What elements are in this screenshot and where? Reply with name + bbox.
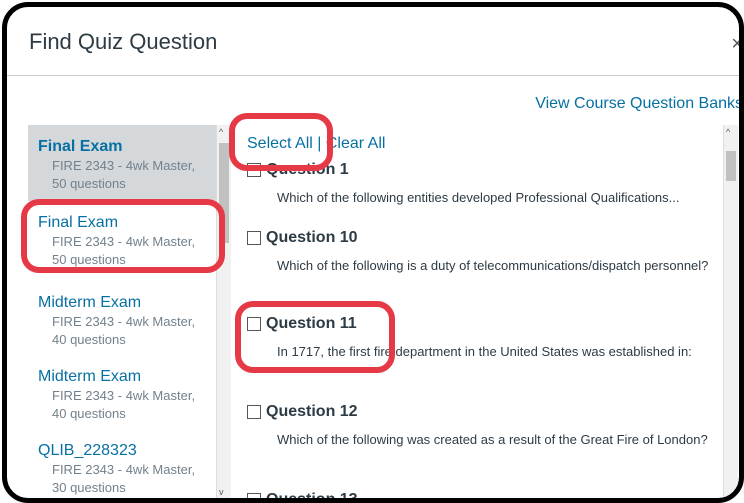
- quiz-title: QLIB_228323: [38, 442, 137, 459]
- question-title: Question 10: [266, 229, 358, 246]
- view-question-banks-link[interactable]: View Course Question Banks: [535, 95, 739, 113]
- quiz-item-final-exam-1[interactable]: Final Exam FIRE 2343 - 4wk Master, 50 qu…: [28, 125, 223, 201]
- scroll-up-icon[interactable]: ^: [219, 127, 223, 137]
- dialog-frame: Find Quiz Question × View Course Questio…: [2, 2, 744, 503]
- close-icon[interactable]: ×: [731, 33, 739, 56]
- question-checkbox[interactable]: [247, 493, 261, 498]
- select-controls: Select All | Clear All: [247, 135, 385, 153]
- quiz-title: Midterm Exam: [38, 368, 142, 385]
- question-text: Which of the following was created as a …: [277, 432, 708, 447]
- quiz-count: 50 questions: [52, 176, 126, 191]
- quiz-subtitle: FIRE 2343 - 4wk Master,: [52, 314, 196, 329]
- quiz-subtitle: FIRE 2343 - 4wk Master,: [52, 388, 196, 403]
- question-text: In 1717, the first fire department in th…: [277, 344, 692, 359]
- quiz-subtitle: FIRE 2343 - 4wk Master,: [52, 234, 196, 249]
- question-item-1: Question 1 Which of the following entiti…: [247, 161, 712, 208]
- question-title: Question 12: [266, 403, 358, 420]
- quiz-title: Final Exam: [38, 214, 119, 231]
- quiz-count: 50 questions: [52, 252, 126, 267]
- scrollbar-thumb[interactable]: [219, 143, 229, 243]
- question-list: Select All | Clear All Question 1 Which …: [247, 125, 717, 503]
- question-checkbox[interactable]: [247, 405, 261, 419]
- quiz-title: Final Exam: [38, 138, 123, 155]
- question-checkbox[interactable]: [247, 231, 261, 245]
- scroll-up-icon[interactable]: ^: [726, 127, 730, 137]
- question-text: Which of the following entities develope…: [277, 190, 680, 205]
- quiz-count: 30 questions: [52, 480, 126, 495]
- scroll-down-icon[interactable]: v: [219, 487, 224, 497]
- quiz-list-scrollbar[interactable]: ^ v: [216, 125, 231, 498]
- question-title: Question 13: [266, 491, 358, 503]
- question-checkbox[interactable]: [247, 163, 261, 177]
- dialog-header: Find Quiz Question ×: [7, 7, 739, 76]
- quiz-subtitle: FIRE 2343 - 4wk Master,: [52, 158, 196, 173]
- quiz-item-midterm-exam-2[interactable]: Midterm Exam FIRE 2343 - 4wk Master, 40 …: [28, 367, 223, 423]
- question-title: Question 11: [266, 315, 357, 332]
- question-text: Which of the following is a duty of tele…: [277, 258, 709, 273]
- scrollbar-thumb[interactable]: [726, 151, 736, 181]
- question-checkbox[interactable]: [247, 317, 261, 331]
- question-item-12: Question 12 Which of the following was c…: [247, 403, 712, 450]
- quiz-item-midterm-exam-1[interactable]: Midterm Exam FIRE 2343 - 4wk Master, 40 …: [28, 293, 223, 349]
- quiz-item-qlib[interactable]: QLIB_228323 FIRE 2343 - 4wk Master, 30 q…: [28, 441, 223, 497]
- question-list-scrollbar[interactable]: ^: [723, 125, 738, 498]
- question-title: Question 1: [266, 161, 349, 178]
- question-item-13: Question 13: [247, 491, 712, 503]
- dialog-title: Find Quiz Question: [29, 29, 218, 54]
- quiz-item-final-exam-2[interactable]: Final Exam FIRE 2343 - 4wk Master, 50 qu…: [28, 213, 223, 269]
- quiz-count: 40 questions: [52, 332, 126, 347]
- question-item-11: Question 11 In 1717, the first fire depa…: [247, 315, 712, 362]
- select-all-link[interactable]: Select All: [247, 135, 313, 152]
- quiz-count: 40 questions: [52, 406, 126, 421]
- question-item-10: Question 10 Which of the following is a …: [247, 229, 712, 276]
- quiz-subtitle: FIRE 2343 - 4wk Master,: [52, 462, 196, 477]
- separator: |: [317, 135, 322, 152]
- clear-all-link[interactable]: Clear All: [326, 135, 386, 152]
- quiz-title: Midterm Exam: [38, 294, 142, 311]
- quiz-list: Final Exam FIRE 2343 - 4wk Master, 50 qu…: [28, 125, 223, 498]
